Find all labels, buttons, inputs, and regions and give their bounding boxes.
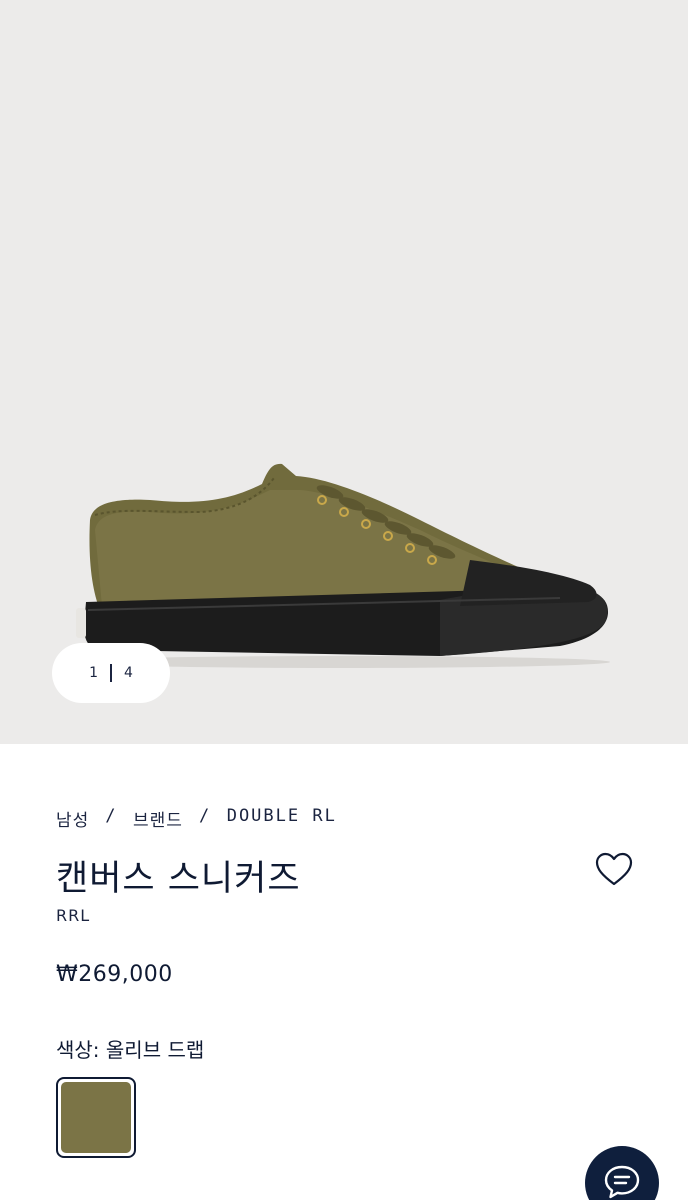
color-label: 색상: 올리브 드랩	[56, 1038, 205, 1062]
product-image-gallery[interactable]: 1 4	[0, 0, 688, 744]
breadcrumb-link-men[interactable]: 남성	[56, 806, 89, 831]
gallery-pager: 1 4	[52, 643, 170, 703]
pager-total: 4	[124, 665, 133, 681]
breadcrumb-link-brand[interactable]: 브랜드	[133, 806, 183, 831]
chat-button[interactable]	[585, 1146, 659, 1200]
pager-current: 1	[89, 665, 98, 681]
chat-bubble-icon	[604, 1165, 640, 1199]
breadcrumb: 남성 / 브랜드 / DOUBLE RL	[56, 806, 337, 831]
wishlist-button[interactable]	[594, 850, 634, 890]
product-title: 캔버스 스니커즈	[56, 859, 301, 899]
product-brand: RRL	[56, 906, 91, 925]
breadcrumb-separator: /	[198, 806, 211, 826]
color-swatch-selected[interactable]	[56, 1077, 136, 1158]
product-price: ₩269,000	[56, 962, 173, 987]
product-image-sneaker	[70, 463, 610, 668]
breadcrumb-link-double-rl[interactable]: DOUBLE RL	[227, 806, 337, 831]
color-swatch-olive	[61, 1082, 131, 1153]
pager-divider	[110, 664, 112, 682]
breadcrumb-separator: /	[105, 806, 118, 826]
heart-icon	[595, 852, 633, 886]
